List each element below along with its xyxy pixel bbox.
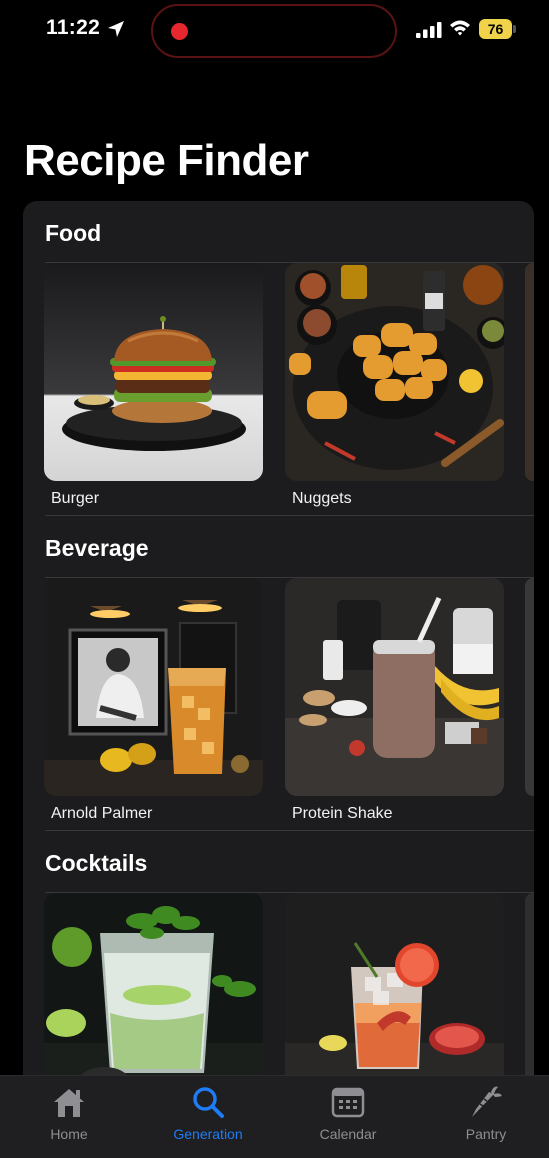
recipe-tile-cocktail[interactable] (285, 893, 504, 1101)
recipe-tile-mojito[interactable] (44, 893, 263, 1101)
recipe-label: Nuggets (292, 490, 352, 507)
section-title: Cocktails (45, 850, 148, 876)
tab-home[interactable]: Home (14, 1076, 124, 1158)
section-title: Food (45, 220, 102, 246)
recipe-tile-peek[interactable] (525, 893, 534, 1101)
recipe-label: Protein Shake (292, 805, 393, 822)
recipe-categories-card: Food Burger Nuggets Beverage Arnold Palm… (23, 201, 534, 1101)
tab-generation[interactable]: Generation (153, 1076, 263, 1158)
battery-icon: 76 (479, 19, 517, 39)
tab-label: Pantry (465, 1126, 507, 1142)
tab-bar: Home Generation Calendar Pantry (0, 1075, 549, 1158)
recipe-tile-protein-shake[interactable] (285, 578, 504, 796)
mojito-image (44, 893, 263, 1101)
recipe-tile-burger[interactable] (44, 263, 263, 481)
recipe-tile-arnold-palmer[interactable] (44, 578, 263, 796)
cocktail-image (285, 893, 504, 1101)
wifi-icon (450, 20, 470, 36)
dynamic-island (151, 4, 397, 58)
nuggets-image (285, 263, 504, 481)
calendar-icon (331, 1087, 365, 1118)
protein-shake-image (285, 578, 504, 796)
carrot-icon (472, 1086, 502, 1117)
recipe-label: Burger (51, 490, 100, 507)
recipe-label: Arnold Palmer (51, 805, 153, 822)
cellular-signal-icon (416, 22, 442, 38)
house-icon (54, 1089, 84, 1117)
recipe-tile-nuggets[interactable] (285, 263, 504, 481)
tab-calendar[interactable]: Calendar (293, 1076, 403, 1158)
tab-label: Home (50, 1126, 88, 1142)
page-title: Recipe Finder (24, 136, 309, 185)
status-time: 11:22 (46, 16, 101, 39)
tab-label: Generation (173, 1126, 243, 1142)
battery-level: 76 (479, 19, 512, 39)
section-title: Beverage (45, 535, 149, 561)
recipe-tile-peek[interactable] (525, 578, 534, 796)
arnold-palmer-image (44, 578, 263, 796)
recording-indicator-icon (171, 23, 188, 40)
burger-image (44, 263, 263, 481)
status-bar: 11:22 76 (0, 0, 549, 62)
tab-pantry[interactable]: Pantry (431, 1076, 541, 1158)
recipe-tile-peek[interactable] (525, 263, 534, 481)
tab-label: Calendar (319, 1126, 377, 1142)
magnifying-glass-icon (193, 1087, 224, 1118)
location-arrow-icon (108, 21, 124, 37)
